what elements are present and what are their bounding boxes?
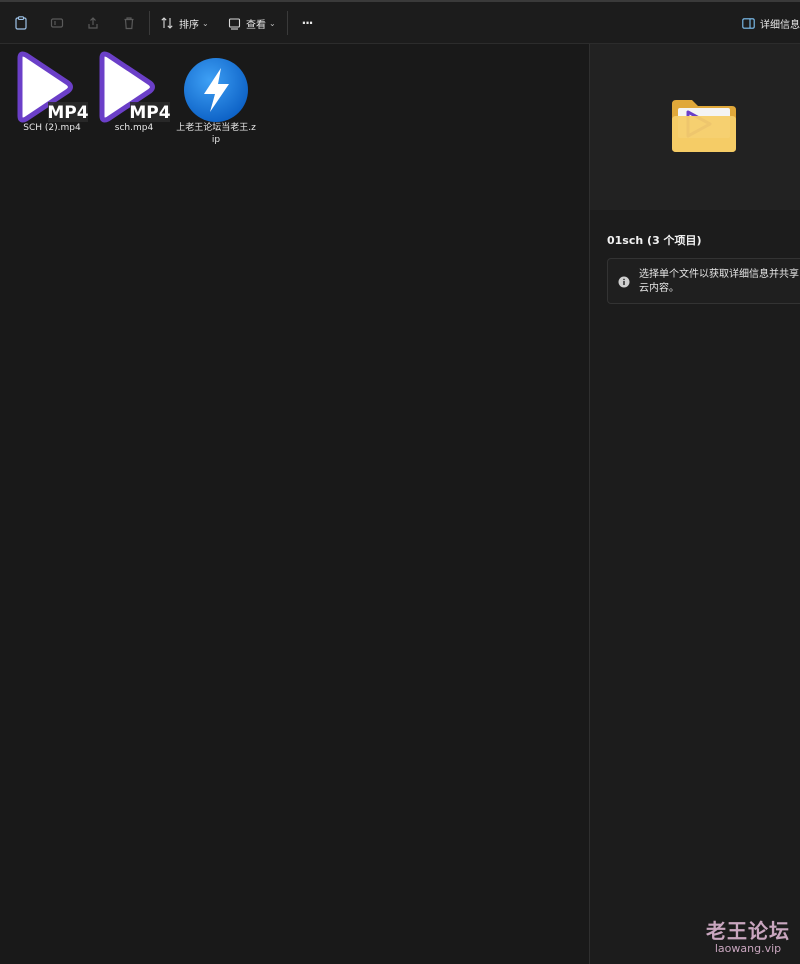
- toolbar-separator: [149, 11, 150, 35]
- info-icon: [618, 276, 630, 288]
- command-bar: 排序 ⌄ 查看 ⌄ ··· 详细信息: [0, 2, 800, 44]
- rename-button[interactable]: [48, 12, 66, 34]
- more-options-button[interactable]: ···: [298, 12, 316, 34]
- mp4-file-icon: MP4: [12, 50, 92, 124]
- file-item[interactable]: 上老王论坛当老王.zip: [176, 50, 256, 146]
- mp4-badge: MP4: [47, 103, 88, 123]
- view-button[interactable]: 查看 ⌄: [228, 12, 276, 34]
- details-pane-icon: [742, 17, 755, 29]
- details-title: 01sch (3 个项目): [607, 234, 702, 247]
- trash-icon: [124, 17, 134, 30]
- details-pane: 01sch (3 个项目) 选择单个文件以获取详细信息并共享云内容。: [590, 44, 800, 964]
- details-label: 详细信息: [760, 19, 800, 31]
- details-pane-button[interactable]: 详细信息: [742, 12, 800, 34]
- toolbar-separator: [287, 11, 288, 35]
- sort-button[interactable]: 排序 ⌄: [160, 12, 209, 34]
- file-list-area[interactable]: MP4 SCH (2).mp4 MP4 sch.mp4 上老王论坛当老王.zip: [0, 44, 589, 964]
- file-item[interactable]: MP4 SCH (2).mp4: [12, 50, 92, 134]
- share-icon: [88, 17, 98, 29]
- mp4-badge: MP4: [129, 103, 170, 123]
- share-button[interactable]: [84, 12, 102, 34]
- clipboard-icon: [15, 16, 27, 30]
- chevron-down-icon: ⌄: [269, 18, 276, 28]
- view-label: 查看: [246, 19, 266, 31]
- sort-arrows-icon: [161, 17, 173, 29]
- more-dots-icon: ···: [301, 16, 314, 30]
- info-message: 选择单个文件以获取详细信息并共享云内容。: [607, 258, 800, 304]
- watermark-cn: 老王论坛: [706, 919, 790, 943]
- folder-preview: [590, 44, 800, 210]
- chevron-down-icon: ⌄: [202, 18, 209, 28]
- paste-button[interactable]: [12, 12, 30, 34]
- sort-label: 排序: [179, 19, 199, 31]
- info-text: 选择单个文件以获取详细信息并共享云内容。: [639, 269, 799, 294]
- watermark-en: laowang.vip: [714, 942, 782, 955]
- file-item[interactable]: MP4 sch.mp4: [94, 50, 174, 134]
- file-name: 上老王论坛当老王.zip: [176, 123, 256, 145]
- watermark: 老王论坛 laowang.vip: [706, 920, 790, 956]
- delete-button[interactable]: [120, 12, 138, 34]
- bandizip-archive-icon: [176, 50, 256, 124]
- folder-icon: [672, 100, 736, 152]
- view-layout-icon: [228, 17, 241, 30]
- rename-icon: [50, 18, 64, 28]
- mp4-file-icon: MP4: [94, 50, 174, 124]
